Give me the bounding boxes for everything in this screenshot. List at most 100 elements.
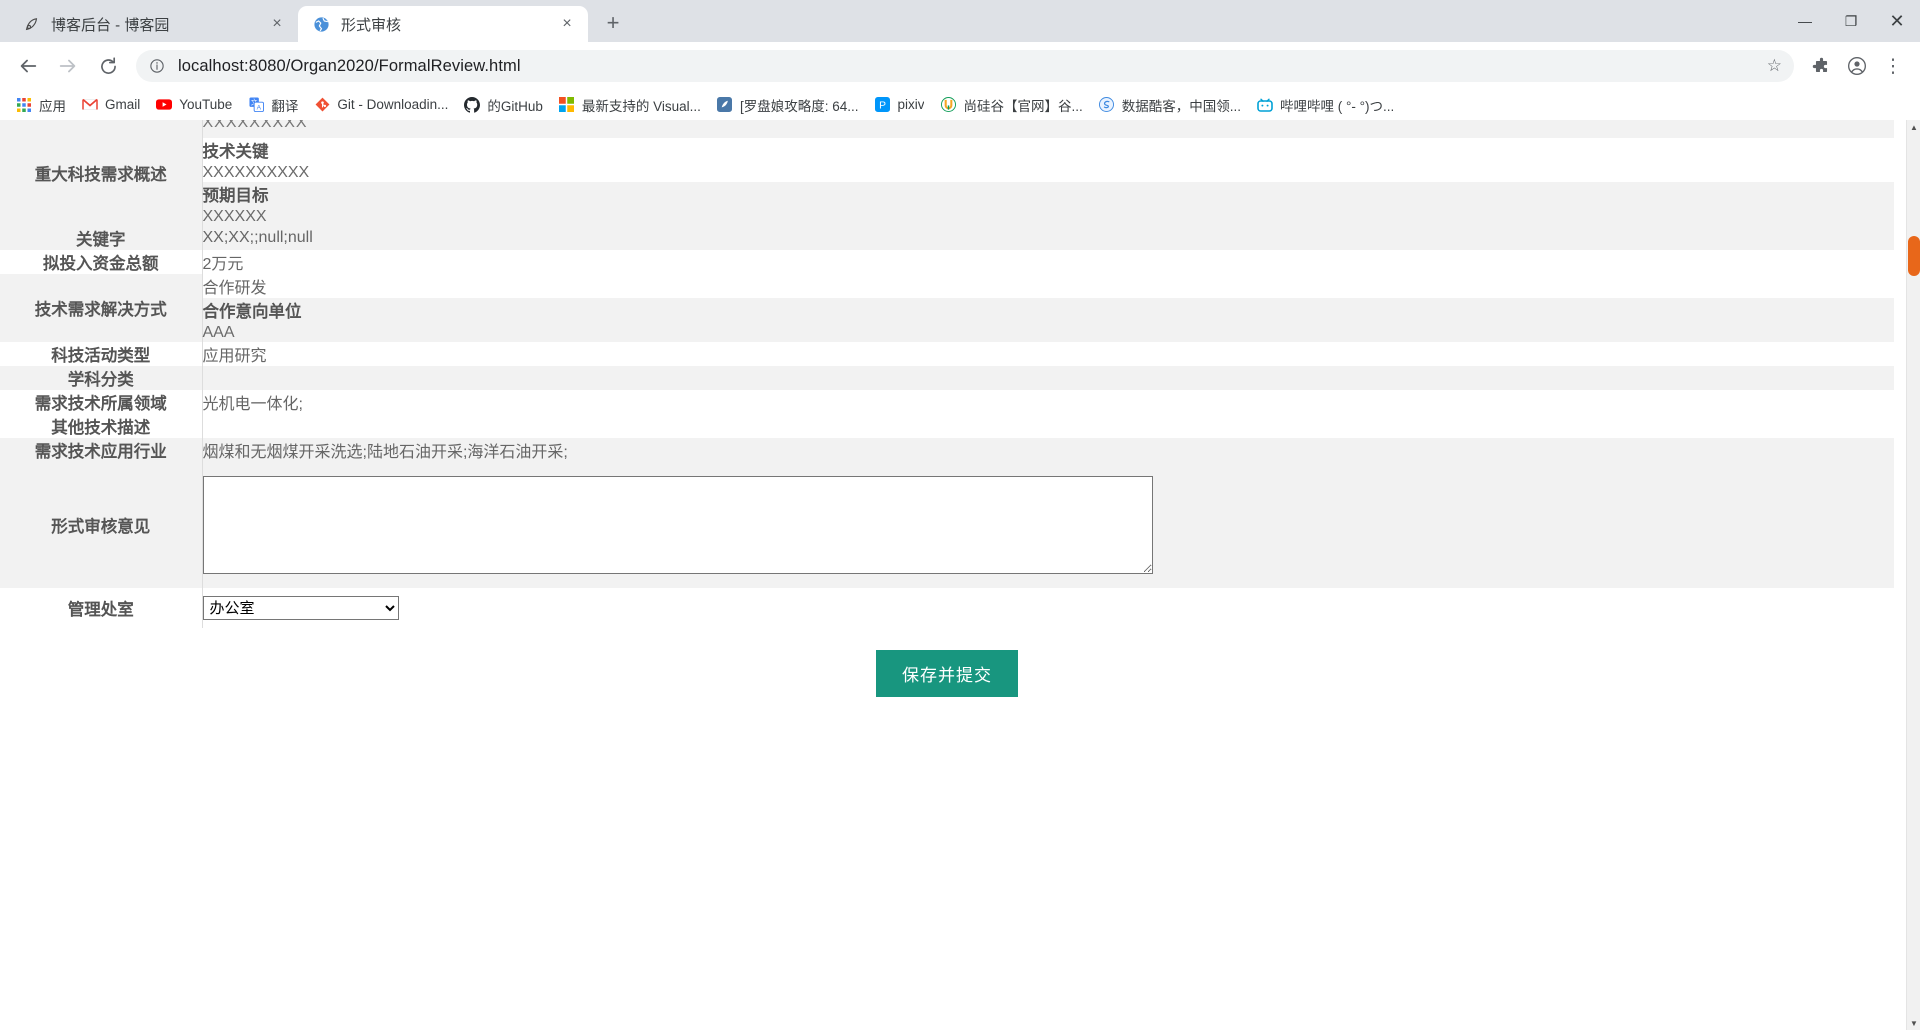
bookmark-youtube[interactable]: YouTube [148,94,240,116]
window-controls: — ❐ ✕ [1782,0,1920,42]
bookmark-datacoke[interactable]: 数据酷客，中国领... [1091,92,1249,118]
solution-block-partner: 合作意向单位 AAA [202,298,1894,342]
datacoke-icon [1099,97,1115,113]
bookmark-label: pixiv [897,97,925,112]
browser-tab-2-title: 形式审核 [341,16,402,34]
review-opinion-textarea[interactable] [202,476,1153,574]
row-value-industry: 烟煤和无烟煤开采洗选;陆地石油开采;海洋石油开采; [202,444,568,461]
row-label-office: 管理处室 [0,588,203,628]
tab-strip: 博客后台 - 博客园 × 形式审核 × + — ❐ ✕ [0,0,1920,42]
row-label-keywords: 关键字 [0,226,203,250]
row-label-tech-field: 需求技术所属领域 [0,390,203,414]
bookmark-label: Gmail [105,97,141,112]
bookmark-label: 最新支持的 Visual... [581,98,701,114]
bookmark-label: 的GitHub [487,98,543,114]
scroll-up-arrow[interactable]: ▲ [1907,120,1920,134]
bookmark-compass[interactable]: [罗盘娘攻略度: 64... [709,92,867,118]
atguigu-icon [940,97,956,113]
table-row-office: 管理处室 办公室 [0,588,1894,628]
profile-avatar-icon[interactable] [1840,49,1874,83]
review-opinion-cell [202,462,1894,588]
block-value: XXXXXX [202,208,267,225]
row-label-activity-type: 科技活动类型 [0,342,203,366]
block-value: XXXXXXXXXX [202,164,310,181]
table-row-review-opinion: 形式审核意见 [0,462,1894,588]
formal-review-page: 重大科技需求概述 XXXXXXXXX 技术关键 XXXXXXXXXX 预期目标 [0,120,1906,723]
minimize-button[interactable]: — [1782,0,1828,42]
address-bar[interactable]: localhost:8080/Organ2020/FormalReview.ht… [136,50,1794,82]
bloghome-icon [22,15,40,33]
browser-window: 博客后台 - 博客园 × 形式审核 × + — ❐ ✕ localhost:80… [0,0,1920,1030]
bookmark-label: YouTube [179,97,233,112]
bookmark-visual-studio[interactable]: 最新支持的 Visual... [551,92,709,118]
gmail-icon [82,97,98,113]
bilibili-icon [1257,97,1273,113]
reload-icon[interactable] [90,48,126,84]
bookmark-star-icon[interactable]: ☆ [1757,56,1782,76]
bookmark-label: 翻译 [271,98,299,114]
clipped-value: XXXXXXXXX [202,120,308,131]
save-and-submit-button[interactable]: 保存并提交 [876,650,1018,697]
office-select-cell: 办公室 [202,588,1894,628]
bookmarks-bar: 应用 Gmail YouTube 文 [0,90,1920,120]
table-row-other-desc: 其他技术描述 [0,414,1894,438]
bookmark-apps[interactable]: 应用 [8,92,74,118]
youtube-icon [156,97,173,113]
row-value-other-desc [202,414,1894,438]
back-icon[interactable] [10,48,46,84]
bookmark-git[interactable]: Git - Downloadin... [306,94,456,116]
browser-menu-icon[interactable]: ⋮ [1876,49,1910,83]
address-bar-url: localhost:8080/Organ2020/FormalReview.ht… [178,56,521,75]
bookmark-atguigu[interactable]: 尚硅谷【官网】谷... [932,92,1090,118]
globe-icon [312,15,330,33]
bookmark-pixiv[interactable]: P pixiv [866,94,932,116]
compass-icon [717,97,733,113]
page-viewport: 重大科技需求概述 XXXXXXXXX 技术关键 XXXXXXXXXX 预期目标 [0,120,1920,1030]
bookmark-label: 尚硅谷【官网】谷... [963,98,1083,114]
row-label-other-desc: 其他技术描述 [0,414,203,438]
microsoft-icon [559,97,575,113]
maximize-button[interactable]: ❐ [1828,0,1874,42]
block-value: AAA [202,324,235,341]
forward-icon [50,48,86,84]
git-icon [314,97,330,113]
table-row-funding: 拟投入资金总额 2万元 [0,250,1894,274]
extensions-icon[interactable] [1804,49,1838,83]
scroll-down-arrow[interactable]: ▼ [1907,1016,1920,1030]
row-value-funding: 2万元 [202,256,244,273]
page-scrollbar[interactable]: ▲ ▼ [1906,120,1920,1030]
bookmark-label: 哔哩哔哩 ( °- °)つ... [1280,98,1395,114]
block-title: 预期目标 [202,187,269,205]
browser-tab-1[interactable]: 博客后台 - 博客园 × [8,6,298,42]
table-row-expected-goal: 预期目标 XXXXXX [0,182,1894,226]
window-close-button[interactable]: ✕ [1874,0,1920,42]
overview-block-expected-goal: 预期目标 XXXXXX [202,182,1894,226]
row-label-discipline: 学科分类 [0,366,203,390]
bookmark-github[interactable]: 的GitHub [456,92,551,118]
bookmark-bilibili[interactable]: 哔哩哔哩 ( °- °)つ... [1249,92,1402,118]
bookmark-label: [罗盘娘攻略度: 64... [739,98,859,114]
row-value-activity-type: 应用研究 [202,348,267,365]
pixiv-icon: P [874,97,890,113]
office-select[interactable]: 办公室 [202,596,399,620]
table-row-keywords: 关键字 XX;XX;;null;null [0,226,1894,250]
svg-text:A: A [256,104,261,111]
apps-grid-icon [16,97,32,113]
bookmark-gmail[interactable]: Gmail [74,94,148,116]
block-title: 合作意向单位 [202,303,302,321]
row-value-discipline [202,366,1894,390]
table-row-solution-mode: 技术需求解决方式 合作研发 [0,274,1894,342]
scrollbar-thumb[interactable] [1908,236,1920,276]
close-icon[interactable]: × [266,13,288,35]
browser-tab-1-title: 博客后台 - 博客园 [51,16,170,34]
table-row-industry: 需求技术应用行业 烟煤和无烟煤开采洗选;陆地石油开采;海洋石油开采; [0,438,1894,462]
bookmark-label: 应用 [39,98,66,114]
bookmark-translate[interactable]: 文 A 翻译 [240,92,306,118]
close-icon[interactable]: × [556,13,578,35]
browser-tab-2[interactable]: 形式审核 × [298,6,588,42]
site-info-icon[interactable] [148,57,166,75]
review-form-table: 重大科技需求概述 XXXXXXXXX 技术关键 XXXXXXXXXX 预期目标 [0,120,1894,628]
new-tab-button[interactable]: + [596,6,630,40]
translate-icon: 文 A [248,97,264,113]
row-label-industry: 需求技术应用行业 [0,438,203,462]
